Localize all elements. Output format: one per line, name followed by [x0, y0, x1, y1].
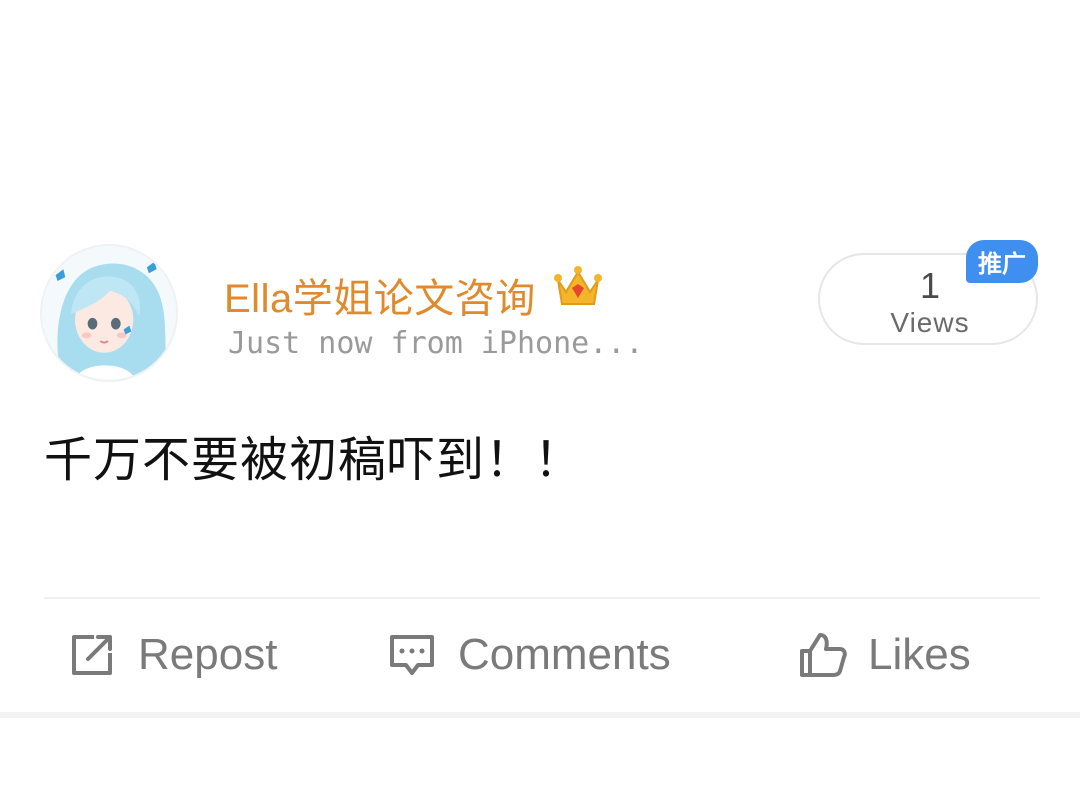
avatar-illustration	[42, 246, 176, 380]
post-meta: Just now from iPhone...	[228, 326, 644, 361]
repost-icon	[66, 629, 118, 681]
post-text: 千万不要被初稿吓到！！	[44, 434, 584, 487]
comments-button[interactable]: Comments	[386, 610, 671, 700]
comment-icon	[386, 629, 438, 681]
views-label: Views	[890, 307, 970, 338]
action-bar: Repost Comments Likes	[0, 610, 1080, 700]
crown-icon[interactable]	[552, 260, 604, 312]
likes-label: Likes	[868, 630, 971, 679]
post-header: Ella学姐论文咨询 Just now from iPhone... 1 Vie…	[40, 240, 1050, 390]
weibo-post-card: Ella学姐论文咨询 Just now from iPhone... 1 Vie…	[0, 0, 1080, 810]
repost-button[interactable]: Repost	[66, 610, 277, 700]
feed-separator	[0, 712, 1080, 810]
user-name[interactable]: Ella学姐论文咨询	[224, 266, 536, 324]
promo-badge: 推广	[966, 240, 1038, 283]
thumbs-up-icon	[796, 629, 848, 681]
repost-label: Repost	[138, 630, 278, 679]
avatar[interactable]	[40, 244, 178, 382]
divider	[44, 597, 1040, 599]
likes-button[interactable]: Likes	[796, 610, 971, 700]
comments-label: Comments	[458, 630, 671, 679]
